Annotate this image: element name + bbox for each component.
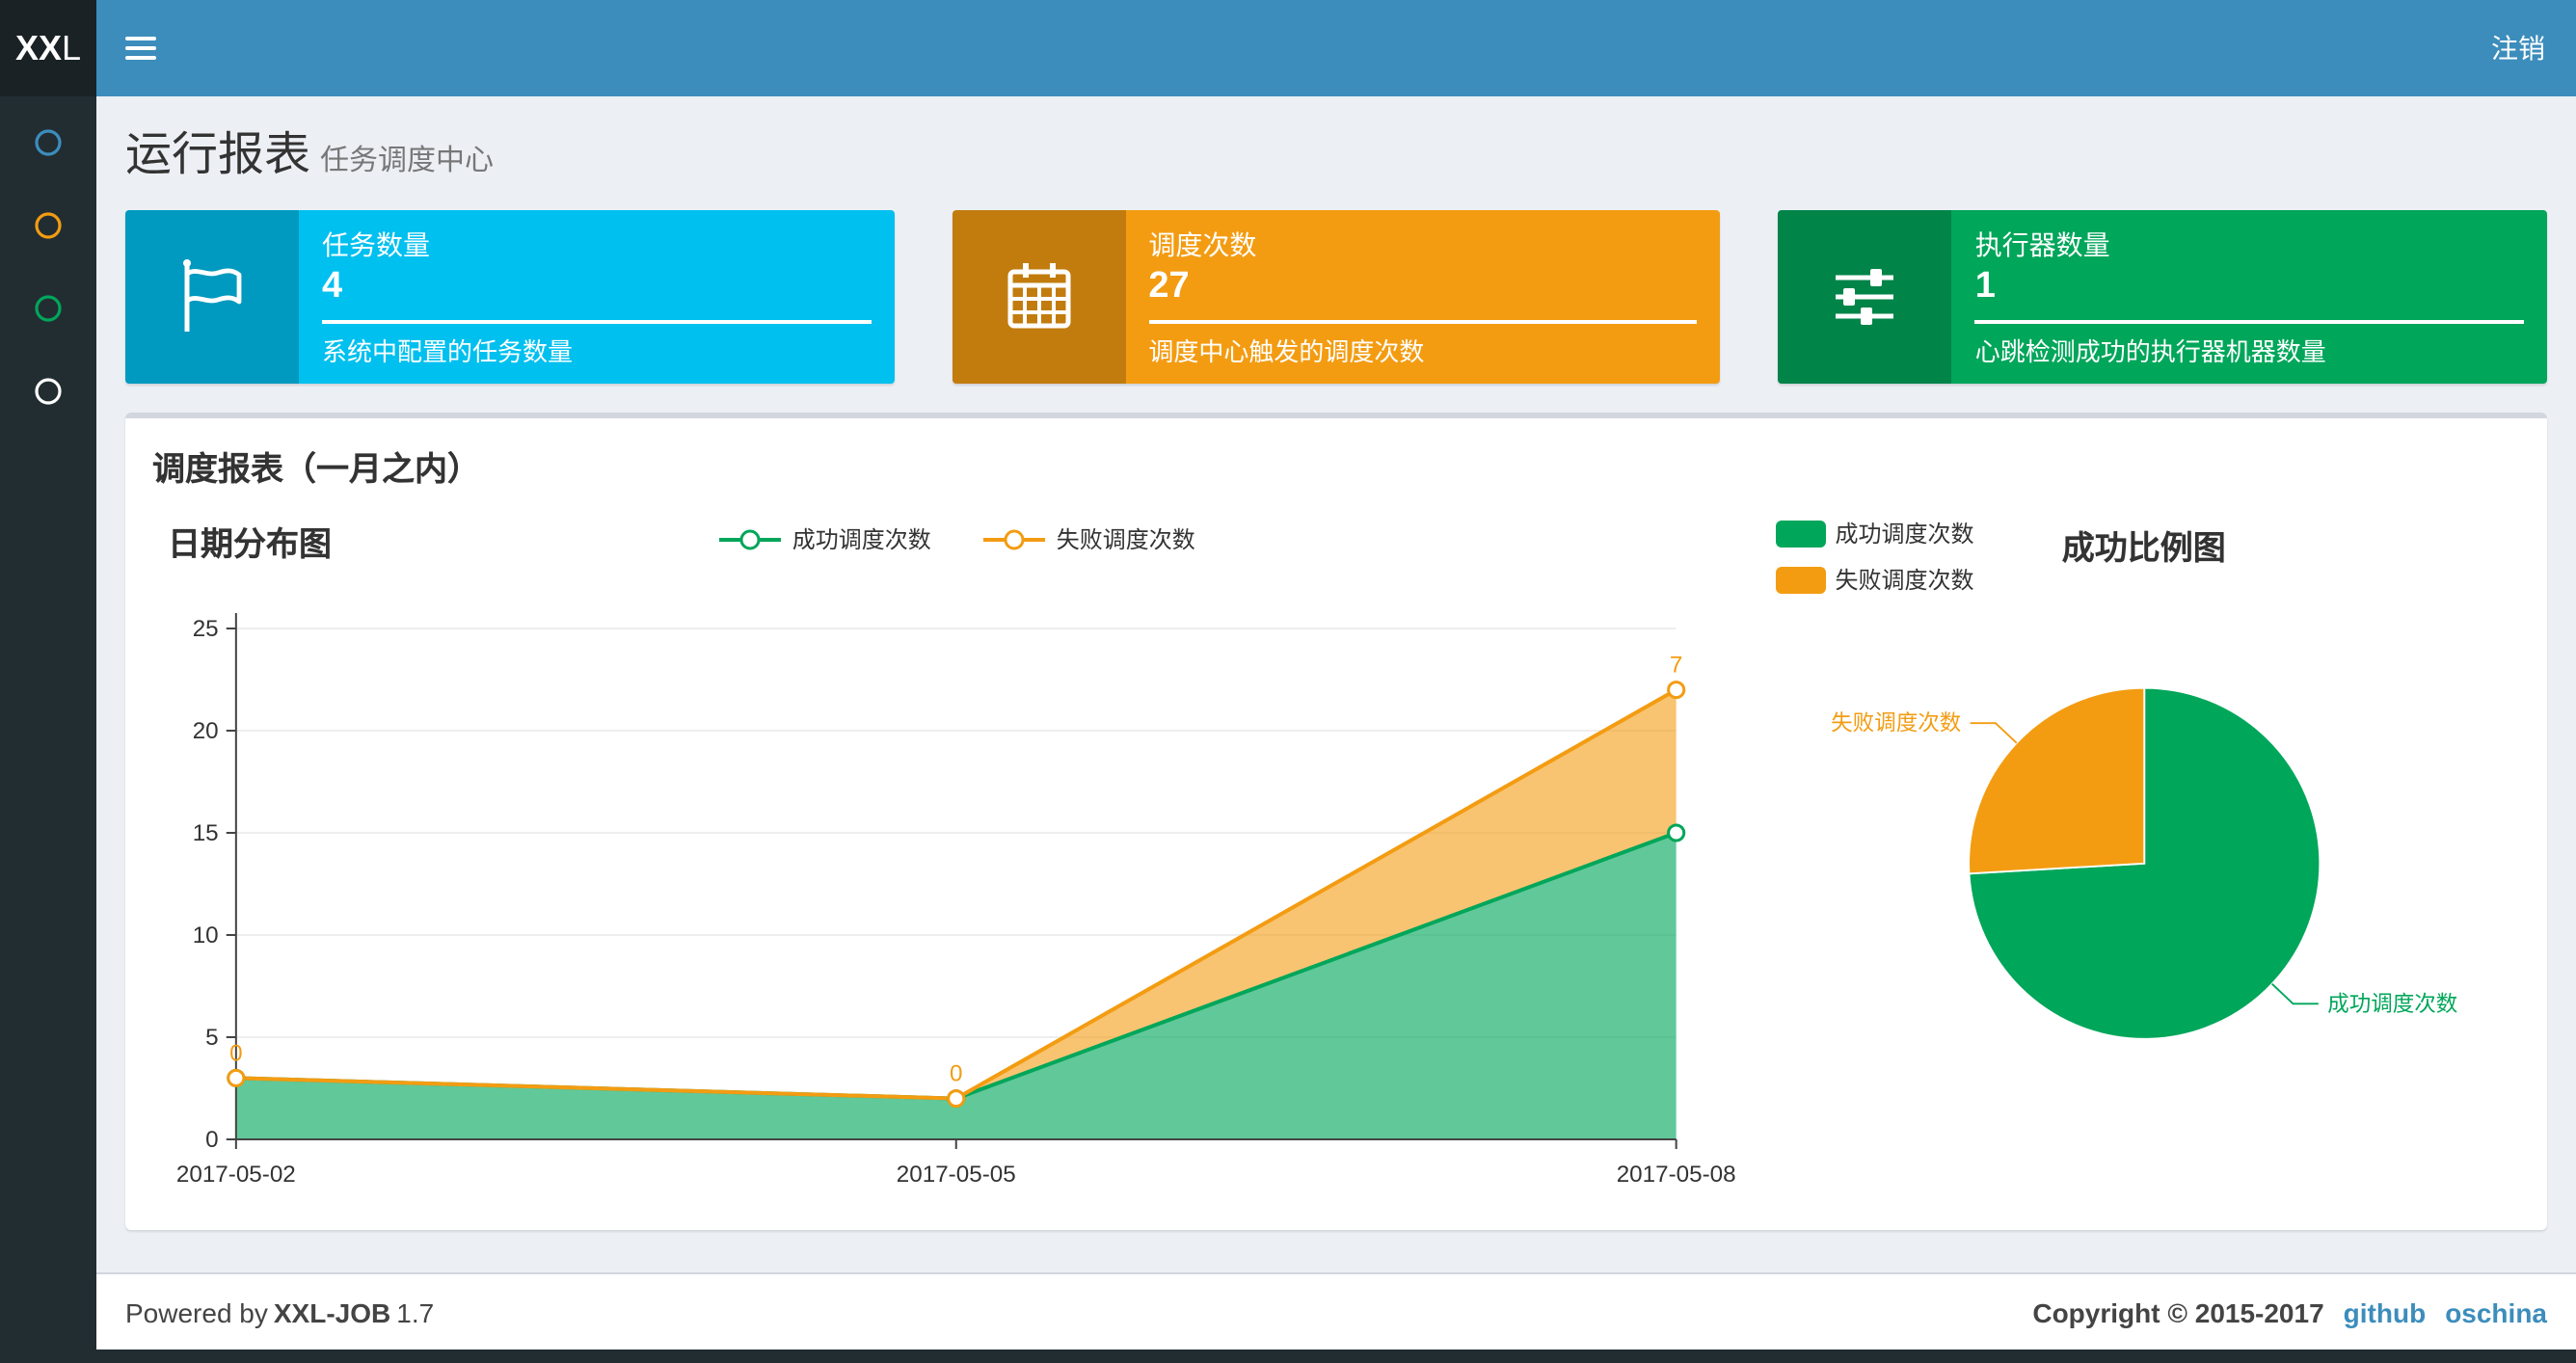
svg-text:2017-05-02: 2017-05-02 xyxy=(176,1162,296,1188)
legend-label: 失败调度次数 xyxy=(1056,526,1195,553)
svg-text:0: 0 xyxy=(950,1061,962,1087)
info-box-description: 心跳检测成功的执行器机器数量 xyxy=(1974,337,2326,366)
circle-outline-icon xyxy=(35,128,62,155)
sidebar-item-2[interactable] xyxy=(0,183,96,266)
line-series-marker-icon xyxy=(718,528,781,549)
sidebar-toggle-button[interactable] xyxy=(96,0,183,96)
line-series-marker-icon xyxy=(982,528,1045,549)
footer: Powered by XXL-JOB 1.7 Copyright © 2015-20… xyxy=(96,1272,2576,1350)
calendar-icon xyxy=(952,210,1126,384)
sidebar xyxy=(0,96,96,1363)
info-box-content: 调度次数 27 调度中心触发的调度次数 xyxy=(1125,210,1720,384)
line-chart-title: 日期分布图 xyxy=(168,526,332,563)
info-box-label: 调度次数 xyxy=(1148,229,1257,260)
legend-item-success[interactable]: 成功调度次数 xyxy=(717,522,931,555)
app-window: XX L 注销 运行报表 任务调度中心 任务数量 4 系统中配置的任务数量 调度… xyxy=(0,0,2576,1363)
svg-text:0: 0 xyxy=(205,1127,218,1153)
report-panel-body: 日期分布图 成功调度次数 失败调度次数 0 5 10 15 20 25 2017… xyxy=(125,494,2547,1230)
github-link[interactable]: github xyxy=(2344,1296,2427,1327)
logo-text-light: L xyxy=(62,28,82,67)
report-panel: 调度报表（一月之内） 日期分布图 成功调度次数 失败调度次数 0 5 10 15… xyxy=(125,413,2547,1230)
line-chart-legend: 成功调度次数 失败调度次数 xyxy=(148,513,1764,555)
flag-icon xyxy=(125,210,299,384)
sidebar-item-1[interactable] xyxy=(0,100,96,183)
logo-text-bold: XX xyxy=(14,28,62,67)
content-header: 运行报表 任务调度中心 xyxy=(96,96,2576,183)
legend-label: 成功调度次数 xyxy=(792,526,931,553)
info-box-trigger-count: 调度次数 27 调度中心触发的调度次数 xyxy=(952,210,1721,384)
info-box-label: 任务数量 xyxy=(322,229,430,260)
date-distribution-chart: 日期分布图 成功调度次数 失败调度次数 0 5 10 15 20 25 2017… xyxy=(148,513,1764,1207)
powered-prefix: Powered by xyxy=(125,1296,268,1327)
info-box-divider xyxy=(1148,320,1698,324)
app-logo[interactable]: XX L xyxy=(0,0,96,96)
info-box-label: 执行器数量 xyxy=(1974,229,2110,260)
page-title-text: 运行报表 xyxy=(125,129,310,181)
sliders-icon xyxy=(1778,210,1952,384)
info-box-content: 任务数量 4 系统中配置的任务数量 xyxy=(299,210,894,384)
content: 运行报表 任务调度中心 任务数量 4 系统中配置的任务数量 调度次数 27 调度… xyxy=(96,96,2576,1272)
date-distribution-plot: 05101520252017-05-02 2017-05-05 2017-05-08… xyxy=(176,613,1736,1188)
sidebar-item-4[interactable] xyxy=(0,349,96,432)
info-box-row: 任务数量 4 系统中配置的任务数量 调度次数 27 调度中心触发的调度次数 执行… xyxy=(125,210,2548,384)
info-box-value: 1 xyxy=(1974,266,1996,307)
main-column: 运行报表 任务调度中心 任务数量 4 系统中配置的任务数量 调度次数 27 调度… xyxy=(96,96,2576,1350)
info-box-description: 调度中心触发的调度次数 xyxy=(1148,337,1425,366)
sidebar-item-3[interactable] xyxy=(0,266,96,349)
svg-text:7: 7 xyxy=(1670,653,1682,679)
legend-item-fail[interactable]: 失败调度次数 xyxy=(981,522,1195,555)
copyright-area: Copyright © 2015-2017 github oschina xyxy=(2032,1296,2547,1327)
svg-text:10: 10 xyxy=(193,922,219,949)
svg-text:成功调度次数: 成功调度次数 xyxy=(2327,992,2457,1016)
product-name: XXL-JOB xyxy=(273,1296,391,1327)
svg-text:失败调度次数: 失败调度次数 xyxy=(1831,711,1961,735)
svg-text:0: 0 xyxy=(229,1040,242,1066)
success-ratio-chart: 成功调度次数 失败调度次数 成功比例图 成功调度次数 失败调度次数 xyxy=(1764,513,2524,1207)
info-box-value: 27 xyxy=(1148,266,1190,307)
info-box-description: 系统中配置的任务数量 xyxy=(322,337,574,366)
page-title: 运行报表 任务调度中心 xyxy=(125,116,2547,183)
svg-text:20: 20 xyxy=(193,718,219,744)
top-navbar: XX L 注销 xyxy=(0,0,2576,96)
line-chart-head: 日期分布图 成功调度次数 失败调度次数 xyxy=(148,513,1764,571)
svg-text:15: 15 xyxy=(193,820,219,846)
logout-link[interactable]: 注销 xyxy=(2460,0,2576,96)
info-box-executor-count: 执行器数量 1 心跳检测成功的执行器机器数量 xyxy=(1778,210,2548,384)
circle-outline-icon xyxy=(35,377,62,404)
circle-outline-icon xyxy=(35,294,62,321)
copyright-text: Copyright © 2015-2017 xyxy=(2032,1296,2324,1327)
success-ratio-plot: 成功调度次数 失败调度次数 xyxy=(1831,686,2457,1040)
report-panel-header: 调度报表（一月之内） xyxy=(125,418,2547,494)
oschina-link[interactable]: oschina xyxy=(2445,1296,2547,1327)
circle-outline-icon xyxy=(35,211,62,238)
svg-text:25: 25 xyxy=(193,616,219,642)
screen: XX L 注销 运行报表 任务调度中心 任务数量 4 系统中配置的任务数量 调度… xyxy=(0,0,2576,1363)
product-version: 1.7 xyxy=(396,1296,435,1327)
info-box-value: 4 xyxy=(322,266,343,307)
page-subtitle: 任务调度中心 xyxy=(320,145,495,177)
svg-text:5: 5 xyxy=(205,1025,218,1051)
info-box-content: 执行器数量 1 心跳检测成功的执行器机器数量 xyxy=(1952,210,2547,384)
info-box-divider xyxy=(1974,320,2525,324)
powered-by-text: Powered by XXL-JOB 1.7 xyxy=(125,1296,434,1327)
pie-chart-title: 成功比例图 xyxy=(2061,530,2226,567)
svg-text:2017-05-08: 2017-05-08 xyxy=(1617,1162,1736,1188)
info-box-divider xyxy=(322,320,872,324)
hamburger-icon xyxy=(124,31,155,66)
panel-title: 调度报表（一月之内） xyxy=(152,451,480,488)
info-box-task-count: 任务数量 4 系统中配置的任务数量 xyxy=(125,210,895,384)
svg-text:2017-05-05: 2017-05-05 xyxy=(897,1162,1016,1188)
